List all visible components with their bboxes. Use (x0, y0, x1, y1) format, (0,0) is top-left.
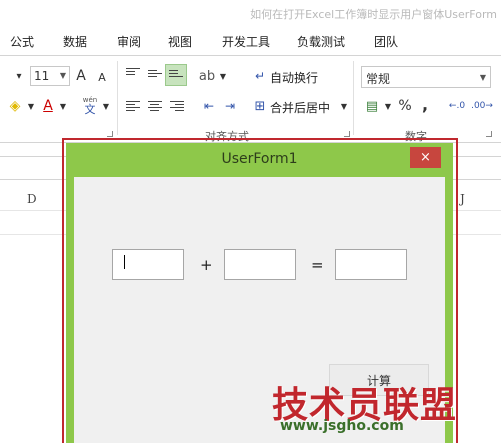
plus-label: + (200, 256, 213, 274)
tab-load-test[interactable]: 负载测试 (297, 33, 345, 50)
alignment-dialog-launcher-icon[interactable] (344, 131, 350, 137)
percent-style-button[interactable]: % (397, 97, 413, 115)
merge-center-button[interactable]: 合并后居中 (270, 99, 330, 116)
text-orientation-icon[interactable]: ab (197, 66, 217, 86)
align-top-icon[interactable] (126, 68, 140, 80)
accounting-format-icon[interactable]: ▤ (362, 97, 382, 115)
text-caret (124, 255, 125, 269)
userform-titlebar[interactable]: UserForm1 × (66, 143, 453, 177)
increase-decimal-icon[interactable]: ←.0 (447, 95, 467, 117)
font-color-button[interactable]: A (40, 95, 56, 117)
tab-team[interactable]: 团队 (374, 33, 398, 50)
chevron-down-icon[interactable]: ▼ (58, 97, 68, 115)
textbox-result[interactable] (335, 249, 407, 280)
merge-center-icon: ⊞ (254, 98, 266, 114)
chevron-down-icon: ▼ (479, 73, 486, 82)
chevron-down-icon[interactable]: ▼ (101, 97, 111, 115)
close-icon: × (420, 150, 431, 165)
group-divider (353, 61, 354, 135)
align-right-icon[interactable] (170, 101, 184, 113)
chevron-down-icon[interactable]: ▼ (218, 69, 228, 83)
number-dialog-launcher-icon[interactable] (486, 131, 492, 137)
textbox-operand-2[interactable] (224, 249, 296, 280)
column-header-d[interactable]: D (27, 192, 37, 206)
userform-title: UserForm1 (221, 151, 298, 167)
close-button[interactable]: × (410, 147, 441, 168)
decrease-indent-icon[interactable]: ⇤ (200, 97, 218, 115)
align-left-icon[interactable] (126, 101, 140, 113)
align-middle-icon[interactable] (148, 70, 162, 82)
wrap-text-icon: ↵ (254, 69, 266, 83)
phonetic-bottom-label: 文 (84, 103, 96, 116)
tab-developer[interactable]: 开发工具 (222, 33, 270, 50)
number-format-dropdown[interactable]: 常规 ▼ (361, 66, 491, 88)
textbox-operand-1[interactable] (112, 249, 184, 280)
tab-view[interactable]: 视图 (168, 33, 192, 50)
tab-review[interactable]: 审阅 (117, 33, 141, 50)
font-name-dropdown-arrow-icon[interactable]: ▾ (12, 67, 26, 85)
increase-indent-icon[interactable]: ⇥ (221, 97, 239, 115)
comma-style-button[interactable]: , (419, 95, 431, 114)
tab-formulas[interactable]: 公式 (10, 33, 34, 50)
number-format-value: 常规 (366, 72, 391, 86)
window-title: 如何在打开Excel工作簿时显示用户窗体UserForm (250, 8, 497, 21)
font-dialog-launcher-icon[interactable] (107, 131, 113, 137)
watermark-url: www.jsgho.com (280, 418, 404, 434)
align-bottom-icon (169, 70, 183, 82)
chevron-down-icon[interactable]: ▼ (339, 99, 349, 113)
chevron-down-icon[interactable]: ▼ (26, 97, 36, 115)
tab-data[interactable]: 数据 (63, 33, 87, 50)
equals-label: = (311, 256, 324, 274)
align-center-icon[interactable] (148, 101, 162, 113)
wrap-text-button[interactable]: 自动换行 (270, 69, 318, 86)
window-title-bar: 如何在打开Excel工作簿时显示用户窗体UserForm (0, 0, 501, 26)
grow-font-button[interactable]: A (73, 66, 89, 86)
phonetic-guide-button[interactable]: wén 文 (80, 93, 100, 119)
font-size-value: 11 (34, 69, 50, 83)
column-header-j[interactable]: J (460, 192, 465, 206)
fill-color-icon[interactable]: ◈ (6, 95, 24, 117)
decrease-decimal-icon[interactable]: .00→ (471, 95, 493, 117)
chevron-down-icon[interactable]: ▼ (383, 99, 393, 113)
shrink-font-button[interactable]: A (95, 68, 109, 86)
chevron-down-icon: ▼ (59, 71, 66, 80)
ribbon-tabs: 公式 数据 审阅 视图 开发工具 负载测试 团队 (0, 26, 501, 56)
font-size-dropdown[interactable]: 11 ▼ (30, 66, 70, 86)
ribbon-panel: ▾ 11 ▼ A A ◈ ▼ A ▼ wén 文 ▼ ab ▼ ⇤ ⇥ ↵ 自动… (0, 57, 501, 143)
group-divider (117, 61, 118, 135)
